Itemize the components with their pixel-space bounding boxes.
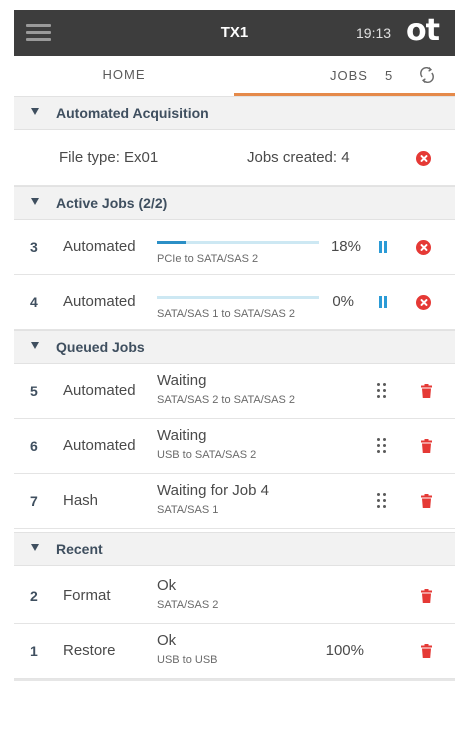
- section-title: Active Jobs (2/2): [56, 195, 168, 211]
- job-type: Automated: [63, 238, 136, 255]
- jobs-count-badge: 5: [385, 68, 393, 83]
- section-title: Automated Acquisition: [56, 105, 209, 121]
- job-number: 6: [30, 438, 38, 454]
- job-type: Format: [63, 587, 111, 604]
- job-progress-bar: [157, 241, 319, 244]
- collapse-triangle-icon: [31, 198, 39, 205]
- job-number: 7: [30, 493, 38, 509]
- tab-jobs[interactable]: JOBS 5: [234, 56, 455, 96]
- job-progress-fill: [157, 241, 187, 244]
- job-type: Automated: [63, 382, 136, 399]
- job-route: SATA/SAS 2 to SATA/SAS 2: [157, 394, 295, 406]
- drag-handle-icon[interactable]: [377, 493, 387, 509]
- job-percent: 0%: [332, 293, 354, 310]
- job-type: Automated: [63, 293, 136, 310]
- tab-jobs-label: JOBS: [330, 68, 368, 83]
- trash-icon[interactable]: [421, 644, 432, 658]
- job-row-2[interactable]: 2 Format Ok SATA/SAS 2: [14, 569, 455, 624]
- pause-icon[interactable]: [378, 241, 388, 253]
- acquisition-summary-row: File type: Ex01 Jobs created: 4: [14, 130, 455, 186]
- section-active-jobs[interactable]: Active Jobs (2/2): [14, 186, 455, 220]
- job-type: Hash: [63, 492, 99, 509]
- collapse-triangle-icon: [31, 342, 39, 349]
- clock: 19:13: [356, 25, 392, 41]
- job-row-6[interactable]: 6 Automated Waiting USB to SATA/SAS 2: [14, 419, 455, 474]
- job-row-3[interactable]: 3 Automated PCIe to SATA/SAS 2 18%: [14, 220, 455, 275]
- trash-icon[interactable]: [421, 589, 432, 603]
- trash-icon[interactable]: [421, 384, 432, 398]
- job-status: Ok: [157, 577, 177, 594]
- job-row-4[interactable]: 4 Automated SATA/SAS 1 to SATA/SAS 2 0%: [14, 275, 455, 330]
- brand-logo: ot: [406, 13, 440, 48]
- job-route: USB to USB: [157, 654, 218, 666]
- job-status: Waiting: [157, 372, 207, 389]
- section-automated-acquisition[interactable]: Automated Acquisition: [14, 96, 455, 130]
- cancel-acquisition-icon[interactable]: [416, 151, 431, 166]
- collapse-triangle-icon: [31, 108, 39, 115]
- job-number: 5: [30, 383, 38, 399]
- job-type: Restore: [63, 642, 116, 659]
- job-route: PCIe to SATA/SAS 2: [157, 253, 259, 265]
- trash-icon[interactable]: [421, 439, 432, 453]
- jobs-created-label: Jobs created: 4: [247, 149, 350, 166]
- job-number: 1: [30, 643, 38, 659]
- job-status: Waiting: [157, 427, 207, 444]
- job-route: SATA/SAS 1: [157, 504, 219, 516]
- job-percent: 100%: [325, 642, 364, 659]
- top-bar: TX1 19:13 ot: [14, 10, 455, 56]
- job-status: Waiting for Job 4: [157, 482, 269, 499]
- job-route: USB to SATA/SAS 2: [157, 449, 257, 461]
- jobs-panel: TX1 19:13 ot HOME JOBS 5 Automated Acqui…: [14, 0, 455, 751]
- job-row-7[interactable]: 7 Hash Waiting for Job 4 SATA/SAS 1: [14, 474, 455, 529]
- job-number: 3: [30, 239, 38, 255]
- section-title: Recent: [56, 541, 103, 557]
- job-row-1[interactable]: 1 Restore Ok USB to USB 100%: [14, 624, 455, 679]
- pause-icon[interactable]: [378, 296, 388, 308]
- job-type: Automated: [63, 437, 136, 454]
- cancel-job-icon[interactable]: [416, 240, 431, 255]
- job-row-5[interactable]: 5 Automated Waiting SATA/SAS 2 to SATA/S…: [14, 364, 455, 419]
- trash-icon[interactable]: [421, 494, 432, 508]
- job-number: 2: [30, 588, 38, 604]
- job-status: Ok: [157, 632, 177, 649]
- cancel-job-icon[interactable]: [416, 295, 431, 310]
- tab-home[interactable]: HOME: [14, 56, 234, 96]
- job-percent: 18%: [330, 238, 361, 255]
- section-recent[interactable]: Recent: [14, 532, 455, 566]
- job-route: SATA/SAS 2: [157, 599, 219, 611]
- job-route: SATA/SAS 1 to SATA/SAS 2: [157, 308, 295, 320]
- collapse-triangle-icon: [31, 544, 39, 551]
- job-progress-bar: [157, 296, 319, 299]
- drag-handle-icon[interactable]: [377, 383, 387, 399]
- list-bottom-divider: [14, 679, 455, 681]
- tab-bar: HOME JOBS 5: [14, 56, 455, 96]
- section-queued-jobs[interactable]: Queued Jobs: [14, 330, 455, 364]
- file-type-label: File type: Ex01: [59, 149, 159, 166]
- section-title: Queued Jobs: [56, 339, 145, 355]
- drag-handle-icon[interactable]: [377, 438, 387, 454]
- job-number: 4: [30, 294, 38, 310]
- refresh-icon[interactable]: [419, 66, 435, 84]
